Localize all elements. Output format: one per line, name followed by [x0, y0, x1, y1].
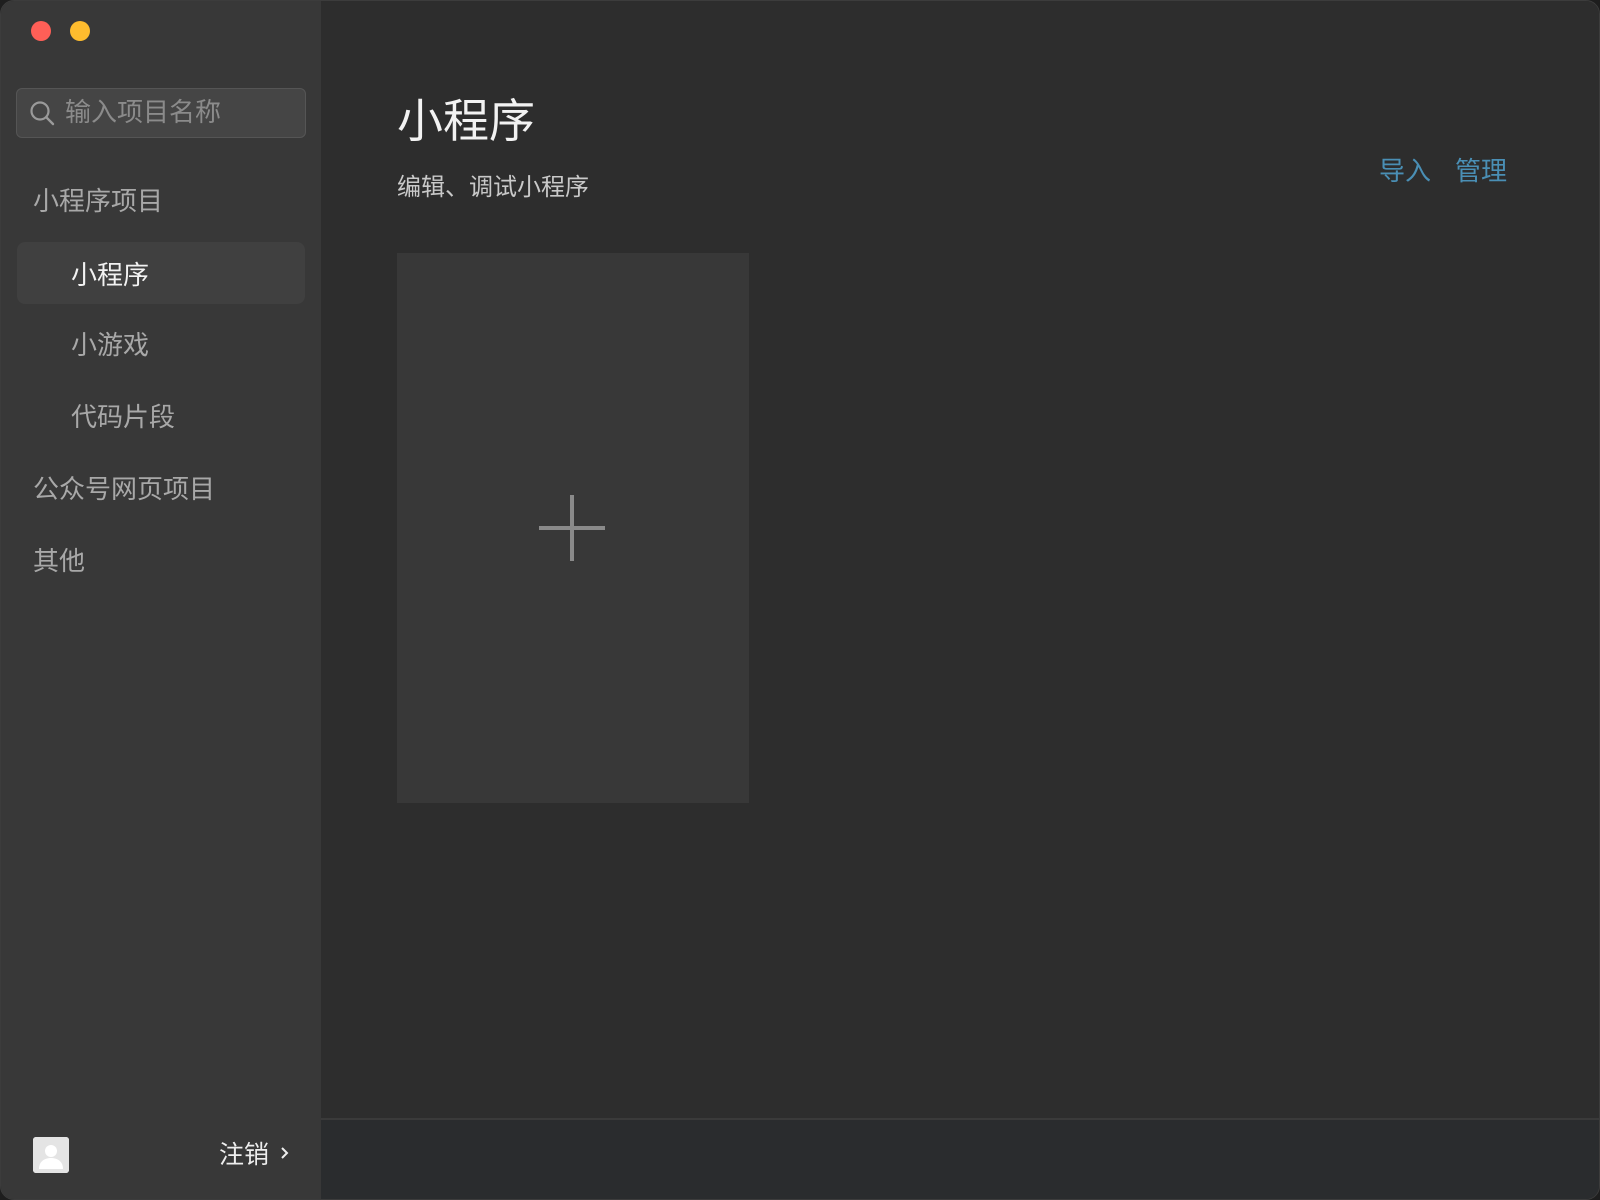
search-box[interactable] [16, 88, 306, 138]
sidebar-item-label: 代码片段 [71, 402, 176, 433]
sidebar-group-other[interactable]: 其他 [33, 541, 85, 578]
chevron-right-icon [281, 1147, 289, 1159]
search-input[interactable] [63, 97, 293, 129]
app-window: 小程序项目 小程序 小游戏 代码片段 公众号网页项目 其他 注销 [0, 0, 1600, 1200]
window-controls [31, 21, 90, 41]
sidebar-group-miniprogram-projects[interactable]: 小程序项目 [33, 181, 163, 218]
plus-icon [539, 495, 605, 561]
sidebar-item-miniprogram[interactable]: 小程序 [17, 242, 305, 304]
sidebar-item-minigame[interactable]: 小游戏 [17, 312, 305, 374]
sidebar-item-label: 小游戏 [71, 330, 150, 361]
header-actions: 导入 管理 [1379, 151, 1507, 188]
page-title: 小程序 [397, 94, 535, 148]
logout-label: 注销 [218, 1140, 269, 1169]
sidebar: 小程序项目 小程序 小游戏 代码片段 公众号网页项目 其他 注销 [1, 1, 321, 1199]
new-project-card[interactable] [397, 253, 749, 803]
user-icon [33, 1137, 69, 1173]
avatar[interactable] [33, 1137, 69, 1173]
bottom-bar [321, 1118, 1599, 1199]
main-panel: 小程序 编辑、调试小程序 导入 管理 [321, 1, 1599, 1118]
sidebar-footer: 注销 [1, 1117, 321, 1199]
manage-button[interactable]: 管理 [1455, 151, 1507, 188]
logout-button[interactable]: 注销 [219, 1135, 291, 1171]
close-window-button[interactable] [31, 21, 51, 41]
minimize-window-button[interactable] [70, 21, 90, 41]
sidebar-item-code-snippets[interactable]: 代码片段 [17, 384, 305, 446]
search-icon [30, 101, 55, 126]
page-subtitle: 编辑、调试小程序 [397, 173, 589, 201]
sidebar-group-official-account-web[interactable]: 公众号网页项目 [33, 469, 215, 506]
import-button[interactable]: 导入 [1379, 151, 1431, 188]
sidebar-item-label: 小程序 [71, 260, 150, 291]
